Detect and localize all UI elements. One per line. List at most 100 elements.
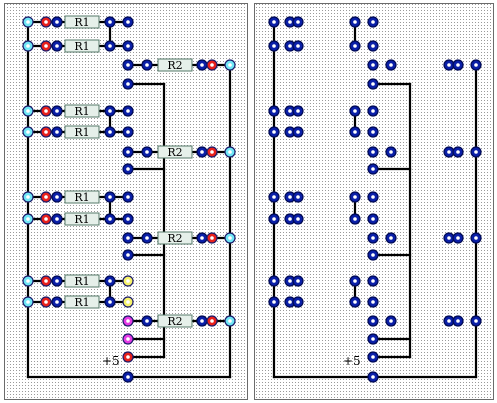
pad-hole	[288, 300, 292, 304]
resistor-r1[interactable]: R1	[64, 295, 100, 309]
pad-hole	[353, 195, 357, 199]
pad-hole	[353, 300, 357, 304]
pad-hole	[296, 279, 300, 283]
pad-hole	[126, 150, 130, 154]
pad-hole	[353, 109, 357, 113]
pad-hole	[126, 109, 130, 113]
pad-hole	[371, 236, 375, 240]
pad-hole	[456, 319, 460, 323]
pad-hole	[126, 279, 130, 283]
pad-hole	[44, 300, 48, 304]
pad-hole	[44, 20, 48, 24]
resistor-label: R1	[74, 105, 89, 118]
pad-hole	[296, 300, 300, 304]
pad-hole	[210, 150, 214, 154]
pad-hole	[108, 279, 112, 283]
pad-hole	[371, 217, 375, 221]
pad-hole	[126, 337, 130, 341]
resistor-r1[interactable]: R1	[64, 274, 100, 288]
pad-hole	[272, 279, 276, 283]
pad-hole	[44, 279, 48, 283]
pad-hole	[26, 195, 30, 199]
pad-hole	[447, 150, 451, 154]
pad-hole	[200, 150, 204, 154]
resistor-r1[interactable]: R1	[64, 190, 100, 204]
pad-hole	[371, 355, 375, 359]
pad-hole	[371, 195, 375, 199]
pad-hole	[296, 20, 300, 24]
pad-hole	[26, 109, 30, 113]
pad-hole	[145, 150, 149, 154]
pad-hole	[371, 375, 375, 379]
resistor-r1[interactable]: R1	[64, 125, 100, 139]
pad-hole	[447, 63, 451, 67]
resistor-r1[interactable]: R1	[64, 212, 100, 226]
pad-hole	[126, 195, 130, 199]
pad-hole	[44, 195, 48, 199]
pad-hole	[296, 217, 300, 221]
pad-hole	[272, 20, 276, 24]
pad-hole	[272, 44, 276, 48]
pad-hole	[272, 130, 276, 134]
pad-hole	[371, 82, 375, 86]
pad-hole	[371, 130, 375, 134]
pad-hole	[108, 130, 112, 134]
pad-hole	[456, 63, 460, 67]
pad-hole	[371, 167, 375, 171]
pad-hole	[371, 109, 375, 113]
pad-hole	[126, 44, 130, 48]
pad-hole	[474, 63, 478, 67]
pad-hole	[200, 236, 204, 240]
pad-hole	[108, 109, 112, 113]
resistor-r2[interactable]: R2	[157, 145, 193, 159]
pad-hole	[55, 217, 59, 221]
pad-hole	[126, 20, 130, 24]
pad-hole	[108, 44, 112, 48]
pad-hole	[288, 109, 292, 113]
pad-hole	[272, 217, 276, 221]
resistor-r2[interactable]: R2	[157, 58, 193, 72]
resistor-r2[interactable]: R2	[157, 314, 193, 328]
pad-hole	[55, 109, 59, 113]
pad-hole	[126, 355, 130, 359]
pad-hole	[145, 236, 149, 240]
pad-hole	[288, 217, 292, 221]
resistor-r1[interactable]: R1	[64, 39, 100, 53]
resistor-label: R1	[74, 16, 89, 29]
pad-hole	[108, 217, 112, 221]
pad-hole	[371, 253, 375, 257]
pad-hole	[371, 44, 375, 48]
resistor-label: R1	[74, 40, 89, 53]
resistor-r1[interactable]: R1	[64, 15, 100, 29]
pad-hole	[371, 279, 375, 283]
resistor-label: R2	[167, 315, 182, 328]
pad-hole	[126, 217, 130, 221]
pad-hole	[296, 130, 300, 134]
pad-hole	[44, 130, 48, 134]
pad-hole	[288, 130, 292, 134]
pad-hole	[371, 337, 375, 341]
resistor-r1[interactable]: R1	[64, 104, 100, 118]
resistor-r2[interactable]: R2	[157, 231, 193, 245]
pad-hole	[288, 44, 292, 48]
pad-hole	[353, 20, 357, 24]
pad-hole	[108, 300, 112, 304]
pad-hole	[55, 20, 59, 24]
pad-hole	[126, 82, 130, 86]
pad-hole	[272, 300, 276, 304]
pad-hole	[44, 217, 48, 221]
pad-hole	[371, 319, 375, 323]
resistor-label: R1	[74, 126, 89, 139]
pad-hole	[26, 279, 30, 283]
pad-hole	[474, 236, 478, 240]
pad-hole	[296, 44, 300, 48]
pad-hole	[228, 319, 232, 323]
resistor-label: R2	[167, 59, 182, 72]
pad-hole	[126, 63, 130, 67]
pad-hole	[353, 279, 357, 283]
pad-hole	[126, 167, 130, 171]
pad-hole	[210, 63, 214, 67]
breadboard-canvas: R1 R1 R1 R1 R1 R1 R1 R1 R2 R2 R2 R2 +5 +…	[4, 3, 494, 400]
pad-hole	[200, 63, 204, 67]
pad-hole	[288, 279, 292, 283]
